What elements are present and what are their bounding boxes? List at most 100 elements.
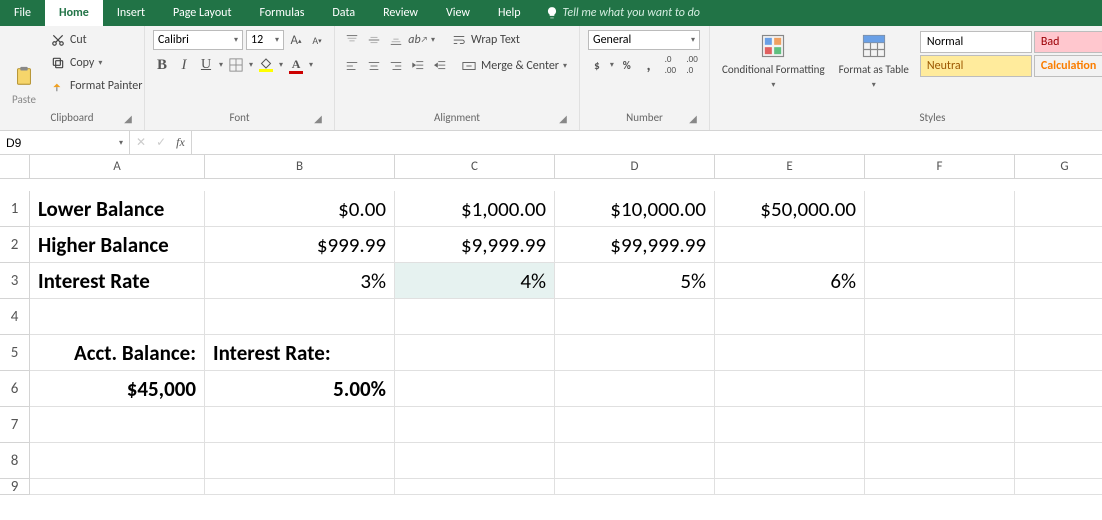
align-middle-button[interactable] xyxy=(365,31,383,49)
chevron-down-icon[interactable]: ▾ xyxy=(119,138,123,148)
cell-C6[interactable] xyxy=(395,371,555,407)
row-header-5[interactable]: 5 xyxy=(0,335,30,371)
col-header-E[interactable]: E xyxy=(715,155,865,179)
cell-D2[interactable]: $99,999.99 xyxy=(555,227,715,263)
tab-file[interactable]: File xyxy=(0,0,45,26)
increase-decimal-button[interactable]: .0.00 xyxy=(661,56,679,74)
cell-G8[interactable] xyxy=(1015,443,1102,479)
insert-function-button[interactable]: fx xyxy=(176,135,185,150)
number-dialog-launcher[interactable]: ◢ xyxy=(687,112,699,124)
row-header-4[interactable]: 4 xyxy=(0,299,30,335)
number-format-combo[interactable]: General▾ xyxy=(588,30,700,50)
cell-F1[interactable] xyxy=(865,191,1015,227)
font-color-button[interactable]: A xyxy=(287,56,305,74)
col-header-F[interactable]: F xyxy=(865,155,1015,179)
cell-B3[interactable]: 3% xyxy=(205,263,395,299)
cell-B1[interactable]: $0.00 xyxy=(205,191,395,227)
cell-E1[interactable]: $50,000.00 xyxy=(715,191,865,227)
name-box-input[interactable] xyxy=(6,136,96,150)
cell-G1[interactable] xyxy=(1015,191,1102,227)
row-header-6[interactable]: 6 xyxy=(0,371,30,407)
cell-F5[interactable] xyxy=(865,335,1015,371)
cell-G3[interactable] xyxy=(1015,263,1102,299)
cell-E5[interactable] xyxy=(715,335,865,371)
cell-G7[interactable] xyxy=(1015,407,1102,443)
cell-G6[interactable] xyxy=(1015,371,1102,407)
cell-E7[interactable] xyxy=(715,407,865,443)
cancel-formula-button[interactable]: ✕ xyxy=(136,135,146,150)
cell-C5[interactable] xyxy=(395,335,555,371)
row-header-1[interactable]: 1 xyxy=(0,191,30,227)
row-header-3[interactable]: 3 xyxy=(0,263,30,299)
comma-button[interactable]: , xyxy=(640,56,658,74)
copy-button[interactable]: Copy ▾ xyxy=(46,53,147,73)
col-header-G[interactable]: G xyxy=(1015,155,1102,179)
font-dialog-launcher[interactable]: ◢ xyxy=(312,112,324,124)
cell-F6[interactable] xyxy=(865,371,1015,407)
increase-indent-button[interactable] xyxy=(431,57,449,75)
cell-F7[interactable] xyxy=(865,407,1015,443)
cell-F2[interactable] xyxy=(865,227,1015,263)
tab-review[interactable]: Review xyxy=(369,0,432,26)
cell-D7[interactable] xyxy=(555,407,715,443)
cell-E9[interactable] xyxy=(715,479,865,495)
tab-formulas[interactable]: Formulas xyxy=(245,0,318,26)
tab-view[interactable]: View xyxy=(432,0,484,26)
shrink-font-button[interactable]: A▾ xyxy=(308,31,326,49)
row-header-9[interactable]: 9 xyxy=(0,479,30,495)
orientation-button[interactable]: ab↗ xyxy=(409,31,427,49)
accounting-button[interactable]: $ xyxy=(588,56,606,74)
col-header-A[interactable]: A xyxy=(30,155,205,179)
cell-C8[interactable] xyxy=(395,443,555,479)
cell-C7[interactable] xyxy=(395,407,555,443)
cell-E4[interactable] xyxy=(715,299,865,335)
cell-F9[interactable] xyxy=(865,479,1015,495)
cell-D6[interactable] xyxy=(555,371,715,407)
cell-G2[interactable] xyxy=(1015,227,1102,263)
col-header-C[interactable]: C xyxy=(395,155,555,179)
tab-data[interactable]: Data xyxy=(318,0,369,26)
cell-E3[interactable]: 6% xyxy=(715,263,865,299)
wrap-text-button[interactable]: Wrap Text xyxy=(447,30,524,50)
align-center-button[interactable] xyxy=(365,57,383,75)
cell-D8[interactable] xyxy=(555,443,715,479)
fill-color-button[interactable] xyxy=(257,56,275,74)
bold-button[interactable]: B xyxy=(153,56,171,74)
cell-A8[interactable] xyxy=(30,443,205,479)
underline-button[interactable]: U xyxy=(197,56,215,74)
borders-button[interactable] xyxy=(227,56,245,74)
cell-G5[interactable] xyxy=(1015,335,1102,371)
tab-insert[interactable]: Insert xyxy=(103,0,159,26)
font-size-combo[interactable]: 12▾ xyxy=(246,30,284,50)
alignment-dialog-launcher[interactable]: ◢ xyxy=(557,112,569,124)
cell-style-neutral[interactable]: Neutral xyxy=(920,55,1032,77)
tab-help[interactable]: Help xyxy=(484,0,535,26)
cell-style-calculation[interactable]: Calculation xyxy=(1034,55,1102,77)
cell-C3[interactable]: 4% xyxy=(395,263,555,299)
cell-B2[interactable]: $999.99 xyxy=(205,227,395,263)
col-header-B[interactable]: B xyxy=(205,155,395,179)
cell-F8[interactable] xyxy=(865,443,1015,479)
cell-A2[interactable]: Higher Balance xyxy=(30,227,205,263)
cell-A5[interactable]: Acct. Balance: xyxy=(30,335,205,371)
format-as-table-button[interactable]: Format as Table ▾ xyxy=(835,30,913,108)
cell-C4[interactable] xyxy=(395,299,555,335)
percent-button[interactable]: % xyxy=(618,56,636,74)
name-box[interactable]: ▾ xyxy=(0,131,130,154)
col-header-D[interactable]: D xyxy=(555,155,715,179)
align-top-button[interactable] xyxy=(343,31,361,49)
cell-G9[interactable] xyxy=(1015,479,1102,495)
row-header-8[interactable]: 8 xyxy=(0,443,30,479)
cell-F4[interactable] xyxy=(865,299,1015,335)
tell-me-search[interactable]: Tell me what you want to do xyxy=(535,0,710,26)
spreadsheet-grid[interactable]: A B C D E F G 1 Lower Balance $0.00 $1,0… xyxy=(0,155,1102,515)
italic-button[interactable]: I xyxy=(175,56,193,74)
cell-B5[interactable]: Interest Rate: xyxy=(205,335,395,371)
grow-font-button[interactable]: A▴ xyxy=(287,31,305,49)
cell-C1[interactable]: $1,000.00 xyxy=(395,191,555,227)
format-painter-button[interactable]: Format Painter xyxy=(46,76,147,96)
cell-B9[interactable] xyxy=(205,479,395,495)
cell-B7[interactable] xyxy=(205,407,395,443)
paste-button[interactable]: Paste xyxy=(8,30,40,108)
tab-home[interactable]: Home xyxy=(45,0,103,26)
